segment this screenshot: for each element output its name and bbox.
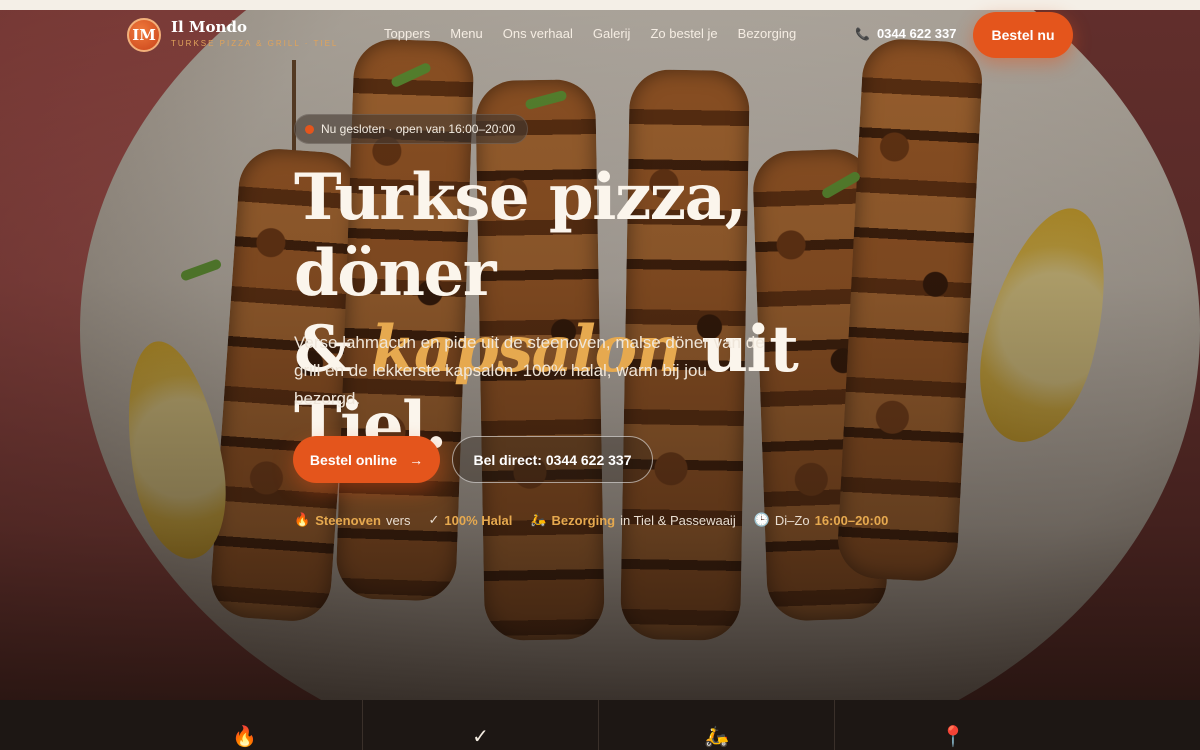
top-strip: [0, 0, 1200, 10]
phone-icon: 📞: [855, 26, 870, 41]
nav-link-bezorging[interactable]: Bezorging: [738, 26, 797, 41]
status-dot-icon: [305, 124, 314, 134]
feature-steenoven: 🔥 Steenoven vers: [294, 512, 411, 528]
phone-link[interactable]: 📞 0344 622 337: [855, 26, 956, 41]
location-pin-icon: 📍: [940, 724, 966, 748]
feature-bezorging: 🛵 Bezorging in Tiel & Passewaaij: [530, 512, 736, 528]
nav-link-menu[interactable]: Menu: [450, 26, 483, 41]
order-online-label: Bestel online: [309, 451, 398, 468]
hero-description: Verse lahmacun en pide uit de steenoven,…: [294, 333, 765, 408]
headline-line-1: Turkse pizza, döner: [294, 160, 747, 311]
clock-icon: 🕒: [753, 512, 770, 527]
feature-hours: 🕒 Di–Zo 16:00–20:00: [753, 512, 889, 528]
nav-link-toppers[interactable]: Toppers: [384, 26, 430, 41]
logo-badge[interactable]: IM: [127, 18, 161, 52]
check-icon: ✓: [363, 700, 599, 750]
feature-halal: ✓ 100% Halal: [428, 512, 513, 528]
scooter-icon: 🛵: [599, 700, 835, 750]
nav-link-zo-bestel-je[interactable]: Zo bestel je: [650, 26, 717, 41]
call-direct-button[interactable]: Bel direct: 0344 622 337: [452, 436, 653, 483]
order-online-button[interactable]: Bestel online →: [293, 436, 440, 483]
logo-name[interactable]: Il Mondo: [171, 18, 247, 36]
fire-icon: 🔥: [127, 700, 363, 750]
nav-links: Toppers Menu Ons verhaal Galerij Zo best…: [384, 26, 796, 41]
status-badge: Nu gesloten · open van 16:00–20:00: [294, 114, 529, 144]
fire-icon: 🔥: [294, 512, 311, 527]
phone-number: 0344 622 337: [876, 26, 957, 41]
page-title: Turkse pizza, döner & kapsalon uit Tiel.: [294, 160, 914, 464]
check-icon: ✓: [428, 512, 440, 527]
navbar: IM Il Mondo TURKSE PIZZA & GRILL · TIEL …: [0, 10, 1200, 60]
feature-list: 🔥 Steenoven vers ✓ 100% Halal 🛵 Bezorgin…: [294, 512, 888, 528]
order-now-button[interactable]: Bestel nu: [973, 12, 1073, 58]
scooter-icon: 🛵: [530, 512, 547, 527]
nav-link-galerij[interactable]: Galerij: [593, 26, 631, 41]
status-text: Nu gesloten · open van 16:00–20:00: [321, 122, 516, 136]
nav-link-ons-verhaal[interactable]: Ons verhaal: [503, 26, 573, 41]
arrow-right-icon: →: [409, 451, 424, 468]
bottom-feature-bar: 🔥 ✓ 🛵 📍: [0, 700, 1200, 750]
logo-tagline: TURKSE PIZZA & GRILL · TIEL: [171, 39, 339, 48]
